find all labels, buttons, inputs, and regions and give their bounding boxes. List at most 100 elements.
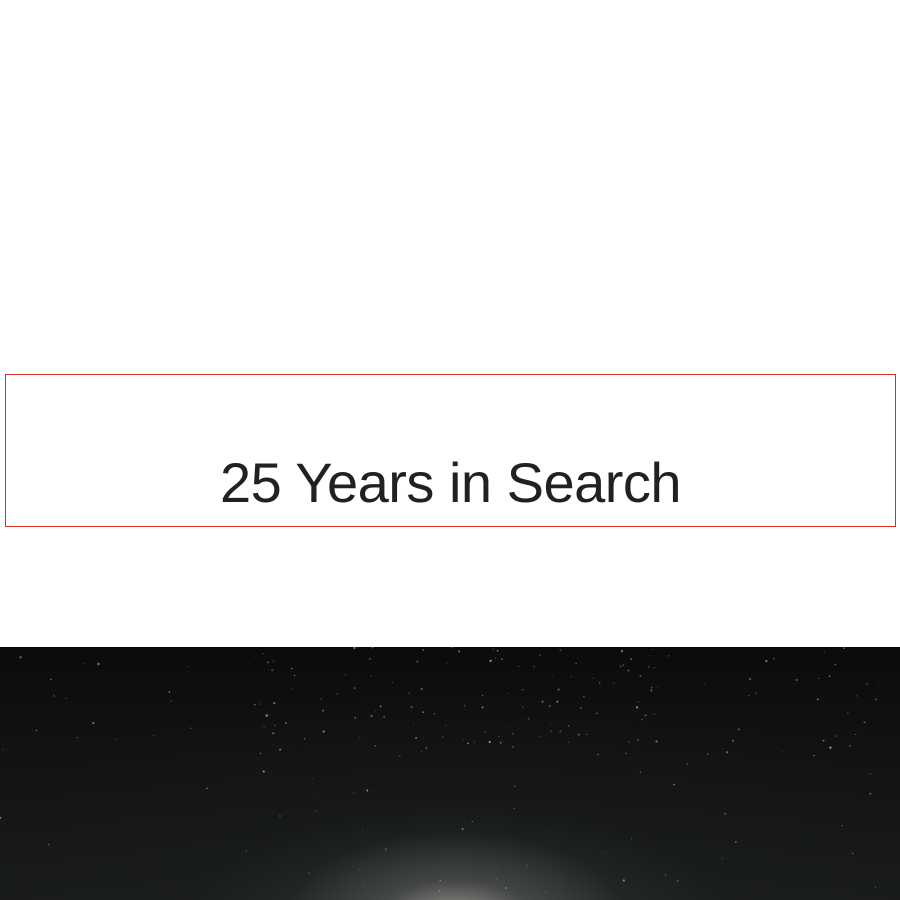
- star-speck: [451, 647, 454, 649]
- star-speck: [439, 879, 441, 882]
- star-speck: [620, 650, 624, 653]
- star-speck: [656, 687, 658, 689]
- star-speck: [592, 677, 595, 680]
- star-speck: [268, 669, 269, 670]
- star-speck: [577, 733, 580, 736]
- star-speck: [190, 727, 192, 729]
- star-speck: [539, 654, 541, 656]
- star-speck: [625, 727, 627, 728]
- star-speck: [492, 648, 495, 651]
- star-speck: [527, 717, 530, 720]
- star-speck: [416, 660, 419, 663]
- star-speck: [849, 718, 850, 720]
- star-speck: [632, 660, 633, 662]
- star-speck: [262, 770, 265, 773]
- star-speck: [644, 714, 647, 717]
- star-speck: [567, 725, 570, 727]
- star-speck: [556, 700, 559, 703]
- star-speck: [511, 732, 514, 735]
- star-speck: [686, 763, 689, 765]
- star-speck: [713, 742, 714, 743]
- star-speck: [634, 887, 636, 889]
- star-speck: [152, 735, 154, 736]
- star-speck: [748, 695, 750, 697]
- star-speck: [622, 664, 625, 667]
- star-speck: [551, 675, 553, 677]
- star-speck: [316, 793, 318, 795]
- star-speck: [344, 674, 346, 676]
- star-speck: [630, 658, 633, 660]
- star-speck: [518, 665, 520, 668]
- star-speck: [52, 694, 56, 698]
- star-speck: [473, 741, 475, 743]
- star-speck: [272, 732, 275, 735]
- star-speck: [268, 714, 269, 715]
- star-speck: [622, 879, 625, 882]
- star-speck: [583, 695, 585, 698]
- star-speck: [548, 705, 551, 707]
- page-title: 25 Years in Search: [219, 451, 682, 514]
- star-speck: [858, 733, 860, 735]
- star-speck: [539, 735, 541, 737]
- star-speck: [446, 662, 449, 664]
- star-speck: [505, 887, 507, 889]
- star-speck: [720, 662, 722, 664]
- star-speck: [408, 692, 410, 694]
- star-speck: [362, 884, 364, 886]
- star-speck: [463, 739, 464, 741]
- star-speck: [358, 869, 360, 871]
- star-speck: [262, 652, 264, 655]
- star-speck: [495, 878, 498, 880]
- star-speck: [647, 665, 650, 669]
- star-speck: [665, 874, 667, 876]
- star-speck: [559, 649, 562, 652]
- star-speck: [410, 705, 413, 709]
- star-speck: [522, 706, 524, 708]
- star-speck: [547, 706, 549, 708]
- star-speck: [749, 678, 752, 681]
- star-speck: [507, 692, 509, 694]
- star-speck: [585, 733, 588, 736]
- star-speck: [291, 751, 292, 752]
- star-speck: [613, 682, 615, 684]
- star-speck: [655, 740, 658, 743]
- star-speck: [875, 698, 877, 701]
- star-speck: [422, 711, 424, 713]
- star-speck: [254, 704, 256, 706]
- star-speck: [653, 667, 655, 669]
- star-speck: [580, 707, 583, 709]
- star-speck: [559, 730, 562, 733]
- star-speck: [516, 700, 518, 702]
- star-speck: [755, 692, 757, 694]
- star-speck: [668, 655, 670, 657]
- star-speck: [855, 694, 858, 697]
- star-speck: [513, 808, 515, 810]
- star-speck: [372, 729, 374, 731]
- star-speck: [631, 710, 633, 711]
- star-speck: [259, 703, 262, 705]
- star-speck: [353, 792, 355, 794]
- star-speck: [869, 773, 872, 776]
- star-speck: [673, 783, 675, 786]
- star-speck: [719, 839, 720, 841]
- star-speck: [255, 657, 257, 659]
- star-speck: [245, 850, 247, 852]
- star-speck: [816, 698, 819, 701]
- star-speck: [291, 688, 293, 690]
- star-speck: [47, 843, 50, 846]
- star-speck: [795, 678, 798, 682]
- star-speck: [735, 840, 737, 843]
- star-speck: [639, 675, 642, 677]
- star-speck: [637, 701, 640, 703]
- star-speck: [636, 749, 638, 751]
- star-speck: [115, 738, 117, 741]
- star-speck: [724, 812, 727, 815]
- star-speck: [575, 662, 577, 664]
- star-speck: [485, 708, 486, 710]
- star-speck: [398, 754, 401, 757]
- star-speck: [420, 750, 422, 752]
- star-speck: [291, 667, 293, 670]
- star-speck: [2, 749, 4, 751]
- star-speck: [370, 674, 373, 677]
- star-speck: [841, 824, 843, 827]
